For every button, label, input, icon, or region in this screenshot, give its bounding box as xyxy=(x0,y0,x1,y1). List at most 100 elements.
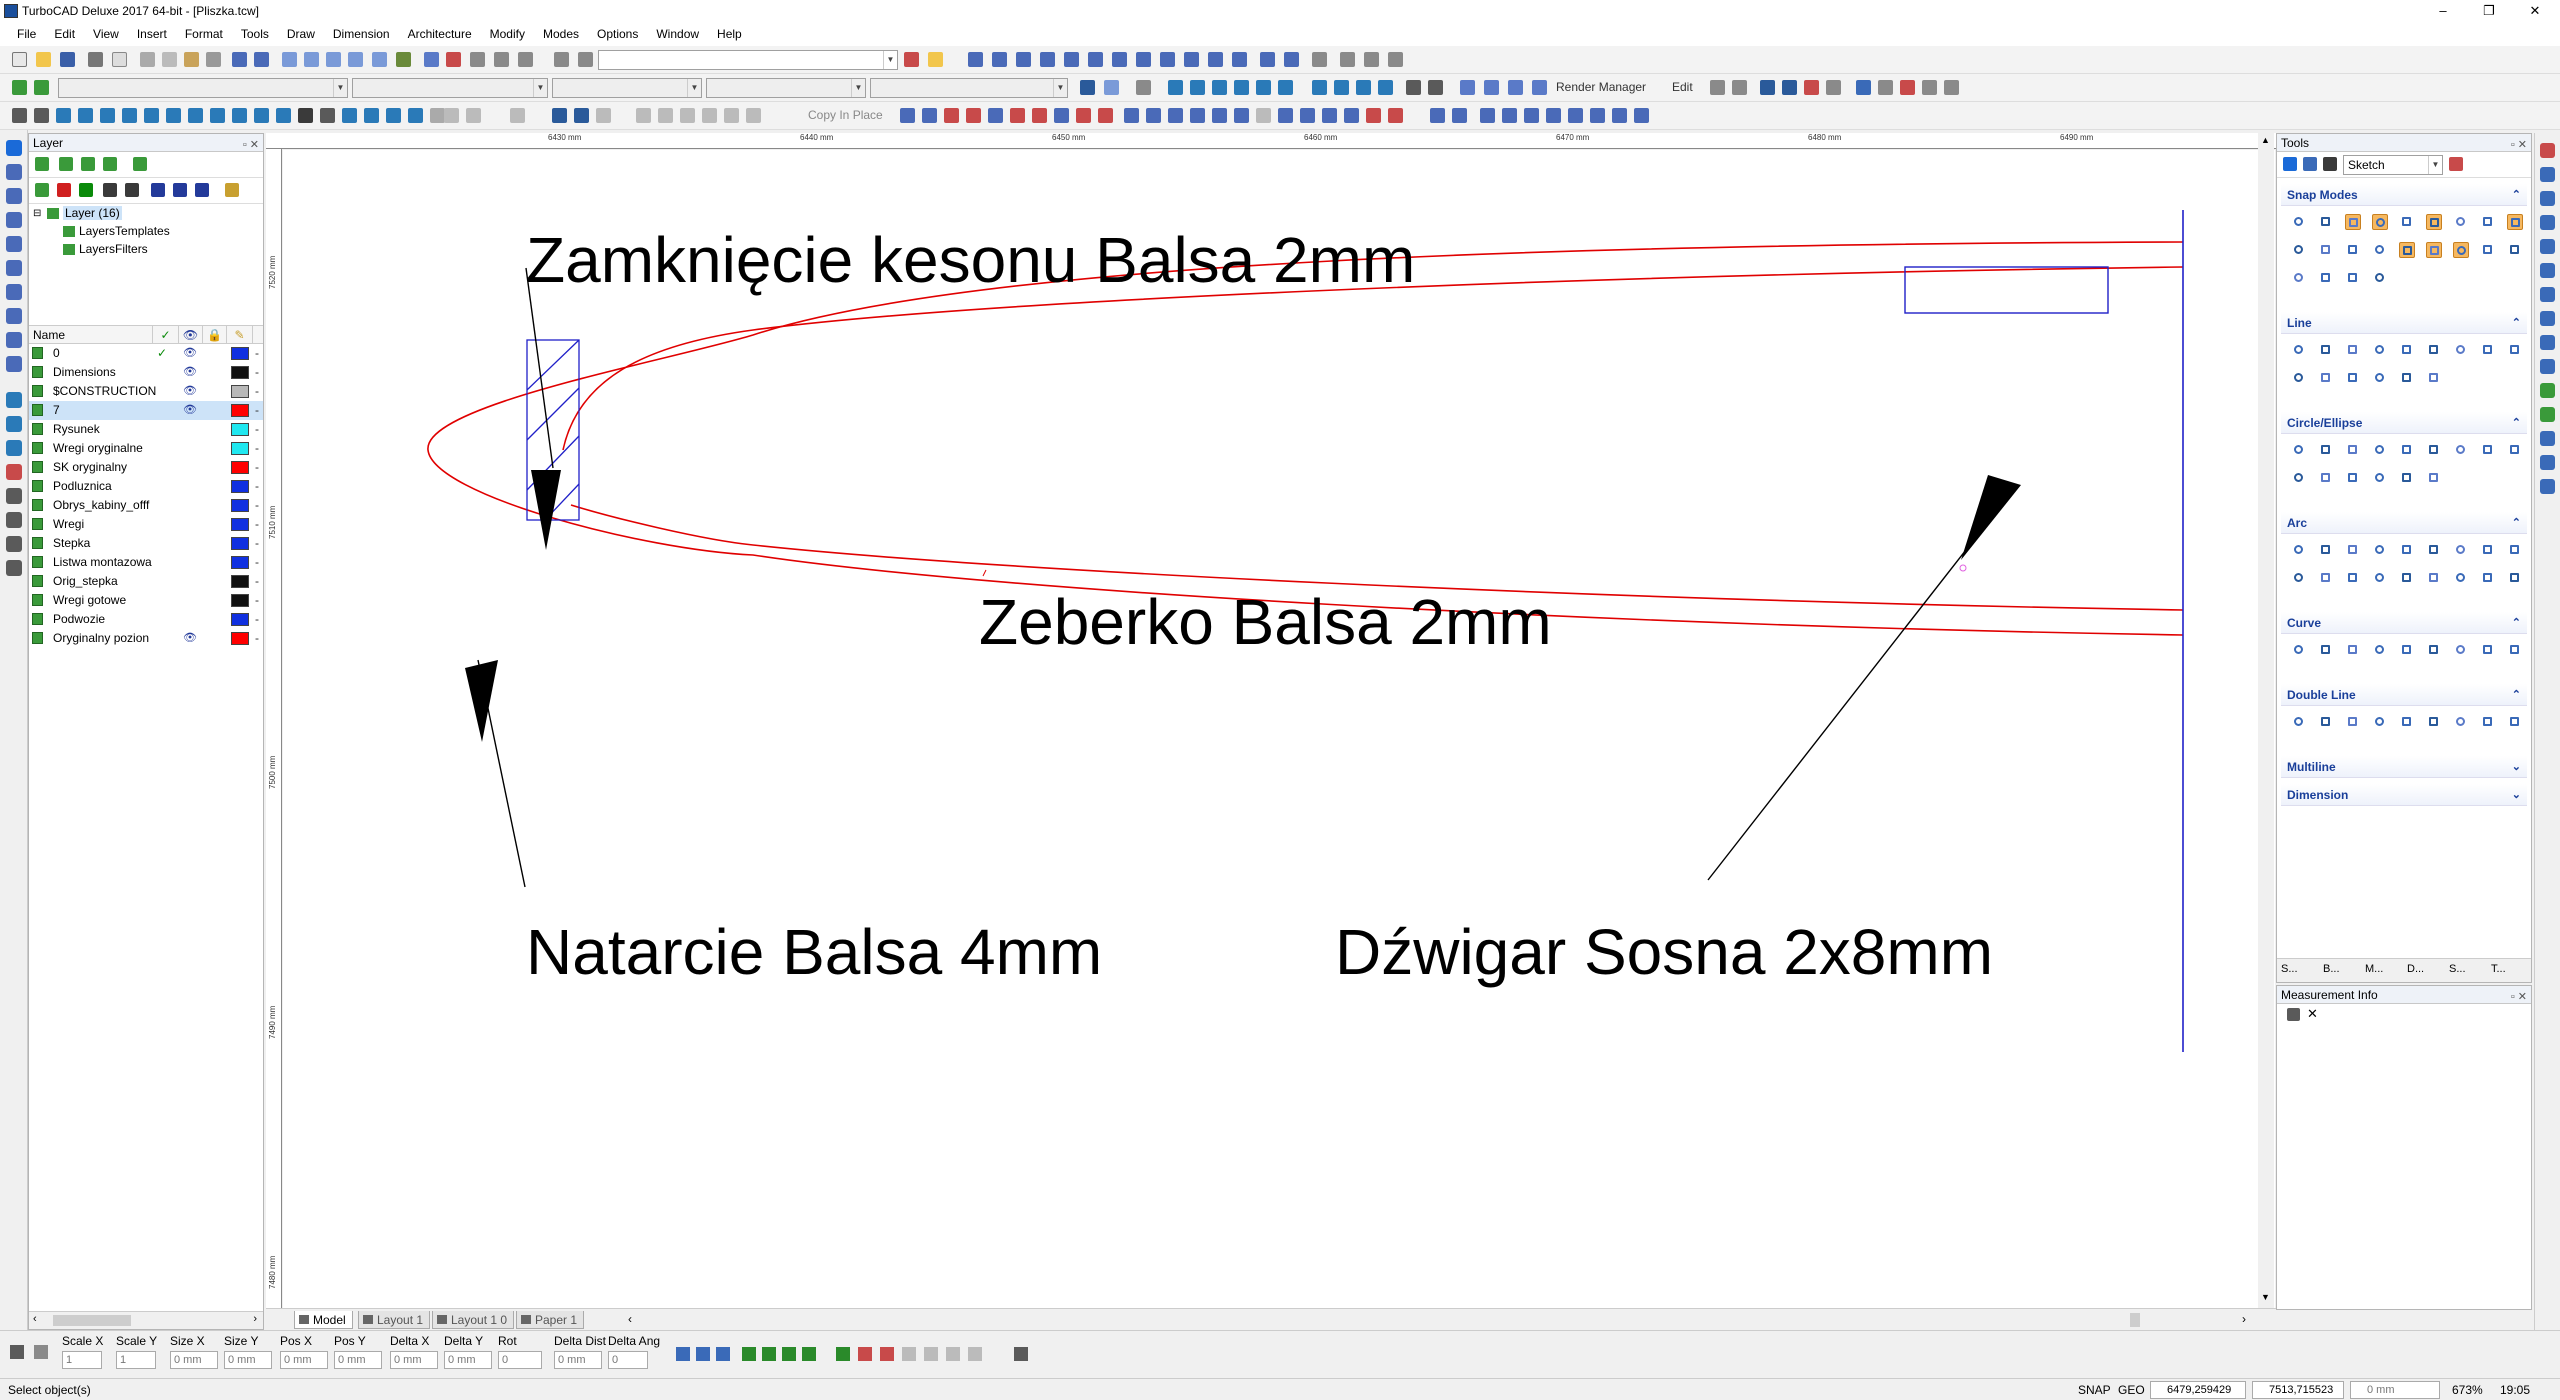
layer-row[interactable]: Wregi gotowe - xyxy=(29,591,263,610)
inspector-input[interactable]: 0 xyxy=(608,1351,648,1369)
snap-percent-icon[interactable] xyxy=(1184,52,1199,67)
selection-info-icon[interactable] xyxy=(1312,52,1327,67)
check-icon[interactable] xyxy=(396,52,411,67)
fillet-icon[interactable] xyxy=(574,108,589,123)
tools-tab-2[interactable]: B... xyxy=(2323,963,2340,975)
save-icon[interactable] xyxy=(60,52,75,67)
layer-color-swatch[interactable] xyxy=(231,442,249,455)
layer-manager-icon[interactable] xyxy=(34,80,49,95)
menu-insert[interactable]: Insert xyxy=(128,27,176,41)
layer-row[interactable]: Stepka - xyxy=(29,534,263,553)
inspector-input[interactable]: 0 mm xyxy=(170,1351,218,1369)
snap-mode-icon[interactable] xyxy=(2345,242,2361,258)
inspector-input[interactable]: 0 mm xyxy=(444,1351,492,1369)
view-right-icon[interactable] xyxy=(1356,80,1371,95)
copy-icon[interactable] xyxy=(162,52,177,67)
tool-section-header[interactable]: Snap Modes ⌃ xyxy=(2281,184,2527,206)
collapse-icon[interactable]: ⌃ xyxy=(2512,512,2521,534)
snap-drawing-aid-icon[interactable] xyxy=(1232,52,1247,67)
geo-indicator[interactable]: GEO xyxy=(2118,1383,2145,1397)
tool-icon[interactable] xyxy=(2372,442,2388,458)
3d-sphere-icon[interactable] xyxy=(1256,80,1271,95)
workplane-set-icon[interactable] xyxy=(578,52,593,67)
tool-icon[interactable] xyxy=(2372,370,2388,386)
layer-row[interactable]: Obrys_kabiny_offf - xyxy=(29,496,263,515)
tool-icon[interactable] xyxy=(2345,642,2361,658)
inspector-tool-4-icon[interactable] xyxy=(742,1347,756,1361)
render-style-icon[interactable] xyxy=(2540,143,2555,158)
move-icon[interactable] xyxy=(12,108,27,123)
3d-red-icon[interactable] xyxy=(6,464,22,480)
layer-color-swatch[interactable] xyxy=(231,347,249,360)
layer-row[interactable]: Listwa montazowa - xyxy=(29,553,263,572)
expand-icon[interactable]: ⌄ xyxy=(2512,756,2521,778)
loft-icon[interactable] xyxy=(254,108,269,123)
tool-icon[interactable] xyxy=(2318,642,2334,658)
snap-mode-icon[interactable] xyxy=(2480,242,2496,258)
layer-row[interactable]: 7 👁 - xyxy=(29,401,263,420)
space-h-icon[interactable] xyxy=(1612,108,1627,123)
wireframe-icon[interactable] xyxy=(1406,80,1421,95)
layer-visibility-icon[interactable] xyxy=(195,183,209,197)
snap-none-icon[interactable] xyxy=(1284,52,1299,67)
tool-section-header[interactable]: Multiline ⌄ xyxy=(2281,756,2527,778)
align-center-icon[interactable] xyxy=(1568,108,1583,123)
layer-more-icon[interactable]: - xyxy=(255,420,259,439)
inspector-tool-1-icon[interactable] xyxy=(676,1347,690,1361)
tab-layout-1[interactable]: Layout 1 xyxy=(358,1311,431,1329)
color-combo[interactable]: ▼ xyxy=(352,78,548,98)
column-current-icon[interactable]: ✓ xyxy=(153,326,179,344)
layer-row[interactable]: SK oryginalny - xyxy=(29,458,263,477)
tool-icon[interactable] xyxy=(2426,542,2442,558)
cameras-icon[interactable] xyxy=(2540,191,2555,206)
snap-mode-icon[interactable] xyxy=(2291,270,2307,286)
inspector-tool-2-icon[interactable] xyxy=(696,1347,710,1361)
tool-icon[interactable] xyxy=(2426,642,2442,658)
fillet-2d-icon[interactable] xyxy=(1146,108,1161,123)
draw-line-icon[interactable] xyxy=(6,188,22,204)
visible-eye-icon[interactable]: 👁 xyxy=(183,382,197,401)
layer-color-swatch[interactable] xyxy=(231,575,249,588)
layer-add-icon[interactable] xyxy=(35,183,49,197)
tool-icon[interactable] xyxy=(2345,714,2361,730)
inspector-tool-11-icon[interactable] xyxy=(902,1347,916,1361)
snap-mode-icon[interactable] xyxy=(2426,242,2442,258)
view-front-icon[interactable] xyxy=(1334,80,1349,95)
menu-help[interactable]: Help xyxy=(708,27,751,41)
select-icon[interactable] xyxy=(6,140,22,156)
zoom-out-icon[interactable] xyxy=(304,52,319,67)
tool-section-header[interactable]: Circle/Ellipse ⌃ xyxy=(2281,412,2527,434)
inspector-tool-10-icon[interactable] xyxy=(880,1347,894,1361)
3d-wedge-icon[interactable] xyxy=(1190,80,1205,95)
menu-modes[interactable]: Modes xyxy=(534,27,588,41)
layer-refresh-icon[interactable] xyxy=(133,157,147,171)
tools-tab-3[interactable]: M... xyxy=(2365,963,2383,975)
layer-row[interactable]: Wregi oryginalne - xyxy=(29,439,263,458)
align-top-icon[interactable] xyxy=(1524,108,1539,123)
inspector-input[interactable]: 0 mm xyxy=(390,1351,438,1369)
delete-icon[interactable] xyxy=(1366,108,1381,123)
tool-icon[interactable] xyxy=(2507,342,2523,358)
tool-icon[interactable] xyxy=(2480,642,2496,658)
attribute-icon[interactable] xyxy=(1136,80,1151,95)
inspector-tool-12-icon[interactable] xyxy=(924,1347,938,1361)
linestyle-combo[interactable]: ▼ xyxy=(552,78,702,98)
minimize-button[interactable]: – xyxy=(2420,0,2466,22)
trim-icon[interactable] xyxy=(944,108,959,123)
snap-mode-icon[interactable] xyxy=(2372,242,2388,258)
tool-icon[interactable] xyxy=(2345,570,2361,586)
tool-icon[interactable] xyxy=(2372,342,2388,358)
collapse-icon[interactable]: ⌃ xyxy=(2512,312,2521,334)
mesh-icon[interactable] xyxy=(1732,80,1747,95)
chamfer-2d-icon[interactable] xyxy=(1168,108,1183,123)
scroll-left-icon[interactable]: ‹ xyxy=(33,1313,37,1325)
snap-mode-icon[interactable] xyxy=(2372,214,2388,230)
layer-color-swatch[interactable] xyxy=(231,594,249,607)
layer-color-swatch[interactable] xyxy=(231,404,249,417)
layer-more-icon[interactable]: - xyxy=(255,572,259,591)
backgrounds-icon[interactable] xyxy=(2540,287,2555,302)
rect-tool-icon[interactable] xyxy=(1054,108,1069,123)
boolean-intersect-icon[interactable] xyxy=(510,108,525,123)
layer-more-icon[interactable]: - xyxy=(255,401,259,420)
cube-gray-icon[interactable] xyxy=(1922,80,1937,95)
